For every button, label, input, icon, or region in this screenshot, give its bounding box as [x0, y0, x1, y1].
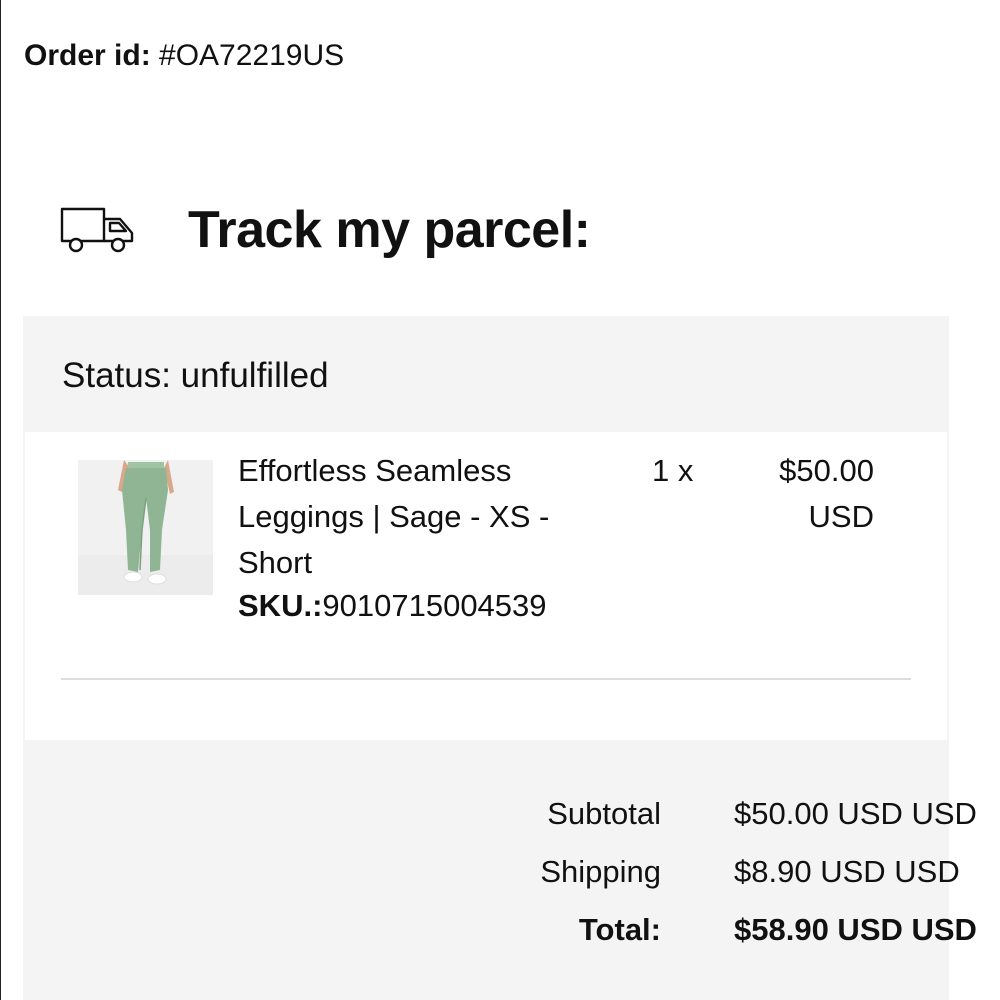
divider	[61, 678, 911, 680]
subtotal-label: Subtotal	[547, 796, 661, 831]
product-image	[78, 460, 213, 595]
order-id-value: #OA72219US	[159, 39, 345, 72]
track-parcel-title: Track my parcel:	[188, 201, 591, 259]
track-parcel-link[interactable]: Track my parcel:	[58, 198, 591, 262]
shipping-value: $8.90 USD USD	[734, 854, 960, 889]
left-border	[0, 0, 1, 1000]
total-value: $58.90 USD USD	[734, 912, 977, 947]
shipping-label: Shipping	[540, 854, 661, 889]
order-tracking-page: Order id: #OA72219US Track my parcel: St…	[0, 0, 1000, 1000]
order-id-label: Order id:	[24, 39, 151, 72]
sku-label: SKU.:	[238, 588, 323, 623]
sku-value: 9010715004539	[322, 588, 547, 623]
item-price: $50.00 USD	[779, 453, 874, 534]
sku-line: SKU.:9010715004539	[238, 584, 547, 628]
status-text: Status: unfulfilled	[62, 356, 329, 395]
total-label: Total:	[578, 912, 661, 947]
product-name[interactable]: Effortless Seamless Leggings | Sage - XS…	[238, 448, 618, 586]
subtotal-value: $50.00 USD USD	[734, 796, 977, 831]
quantity: 1 x	[652, 453, 694, 488]
truck-icon	[60, 207, 134, 253]
order-id-line: Order id: #OA72219US	[24, 36, 344, 76]
